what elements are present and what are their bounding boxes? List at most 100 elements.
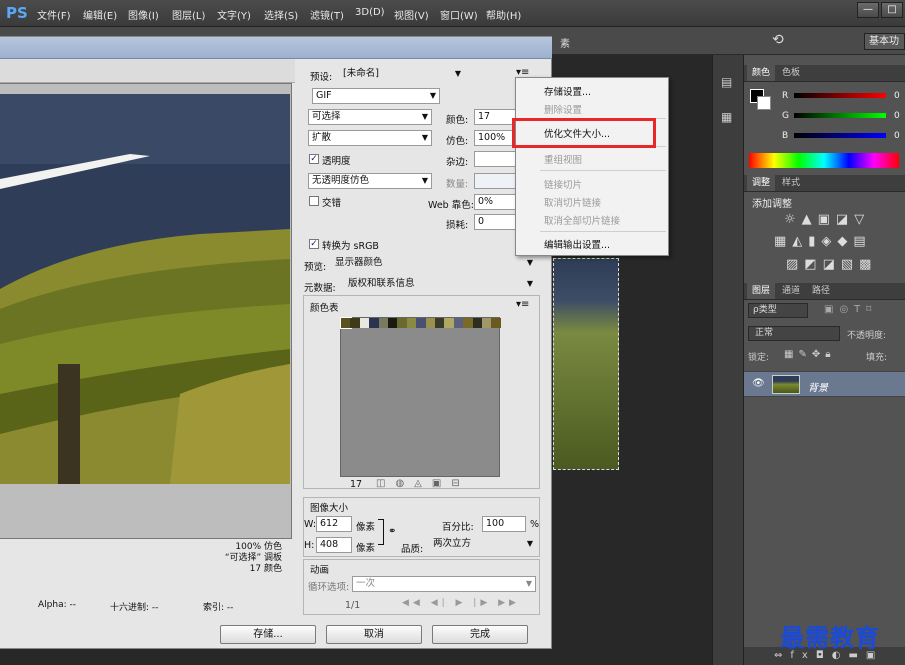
menu-delete-settings[interactable]: 删除设置 — [544, 102, 582, 116]
menu-link-slices[interactable]: 链接切片 — [544, 177, 582, 191]
animation-controls[interactable]: ◀◀ ◀| ▶ |▶ ▶▶ — [402, 598, 520, 608]
preset-select[interactable]: [未命名] ▼ — [340, 67, 464, 83]
options-text: 素 — [560, 39, 570, 50]
menu-window[interactable]: 窗口(W) — [440, 7, 478, 22]
tab-adjustments[interactable]: 调整 — [747, 175, 776, 191]
dither-algo-select[interactable]: 扩散 ▼ — [308, 130, 432, 146]
channel-b-value[interactable]: 0 — [894, 131, 900, 141]
tab-styles[interactable]: 样式 — [777, 175, 805, 191]
preview-tabs — [0, 59, 295, 83]
dialog-titlebar[interactable] — [0, 37, 552, 59]
refresh-icon[interactable]: ⟲ — [772, 32, 784, 48]
quality-label: 品质: — [401, 544, 424, 555]
menu-type[interactable]: 文字(Y) — [217, 7, 251, 22]
maximize-button[interactable]: □ — [881, 2, 903, 18]
menu-repopulate-views[interactable]: 重组视图 — [544, 152, 582, 166]
percent-input[interactable]: 100 — [482, 516, 526, 532]
tab-swatches[interactable]: 色板 — [777, 65, 805, 81]
menu-filter[interactable]: 滤镜(T) — [310, 7, 344, 22]
websnap-input[interactable]: 0% — [474, 194, 518, 210]
adjustment-icons-row-1[interactable]: ☼▲▣◪▽ — [784, 212, 870, 227]
width-input[interactable]: 612 — [316, 516, 352, 532]
animation-title: 动画 — [310, 565, 330, 576]
adjust-panel-tabs: 调整 样式 — [744, 175, 905, 192]
background-color[interactable] — [757, 96, 771, 110]
format-select[interactable]: GIF ▼ — [312, 88, 440, 104]
fill-label: 填充: — [866, 353, 888, 363]
lossy-input[interactable]: 0 — [474, 214, 518, 230]
history-icon[interactable]: ▤ — [721, 75, 732, 89]
color-spectrum[interactable] — [749, 153, 899, 168]
menu-image[interactable]: 图像(I) — [128, 7, 159, 22]
preview-select[interactable]: 显示器颜色 ▼ — [332, 256, 536, 272]
height-unit: 像素 — [356, 543, 376, 554]
quality-select[interactable]: 两次立方 ▼ — [430, 537, 536, 553]
height-input[interactable]: 408 — [316, 537, 352, 553]
trans-dither-select[interactable]: 无透明度仿色 ▼ — [308, 173, 432, 189]
lock-icons[interactable]: ▦✎✥🔒︎ — [784, 349, 836, 360]
opacity-label: 不透明度: — [847, 331, 887, 341]
interlaced-checkbox[interactable] — [309, 196, 319, 206]
amount-input[interactable] — [474, 173, 518, 189]
ps-logo: PS — [6, 4, 28, 22]
height-label: H: — [304, 540, 315, 551]
layer-row-background[interactable]: 👁︎ 背景 — [744, 371, 905, 397]
menu-edit-output-settings[interactable]: 编辑输出设置... — [544, 237, 610, 251]
menu-file[interactable]: 文件(F) — [37, 7, 71, 22]
minimize-button[interactable]: — — [857, 2, 879, 18]
tab-channels[interactable]: 通道 — [777, 283, 805, 299]
layer-filter-select[interactable]: ρ类型 — [748, 303, 808, 318]
color-count: 17 — [350, 479, 363, 490]
menu-layer[interactable]: 图层(L) — [172, 7, 205, 22]
settings-flyout-menu: 存储设置... 删除设置 优化文件大小... 重组视图 链接切片 取消切片链接 … — [515, 77, 669, 256]
status-alpha: Alpha: -- — [38, 600, 76, 610]
menu-3d[interactable]: 3D(D) — [355, 7, 385, 18]
menu-select[interactable]: 选择(S) — [264, 7, 298, 22]
convert-srgb-checkbox[interactable]: ✓ — [309, 239, 319, 249]
save-button[interactable]: 存储... — [220, 625, 316, 644]
channel-g-value[interactable]: 0 — [894, 111, 900, 121]
color-table-tool-icons[interactable]: ◫◍◬▣⊟ — [376, 478, 470, 489]
reduction-select[interactable]: 可选择 ▼ — [308, 109, 432, 125]
adjustment-icons-row-3[interactable]: ▨◩◪▧▩ — [786, 257, 877, 272]
done-button[interactable]: 完成 — [432, 625, 528, 644]
chain-link-icon[interactable]: ⚭ — [388, 526, 396, 537]
menu-help[interactable]: 帮助(H) — [486, 7, 521, 22]
color-swatch[interactable] — [491, 318, 502, 328]
transparency-checkbox[interactable]: ✓ — [309, 154, 319, 164]
matte-input[interactable] — [474, 151, 518, 167]
tab-paths[interactable]: 路径 — [807, 283, 835, 299]
width-label: W: — [304, 519, 317, 530]
channel-b-slider[interactable] — [794, 133, 886, 138]
menu-view[interactable]: 视图(V) — [394, 7, 429, 22]
color-table-menu-icon[interactable]: ▾≡ — [516, 299, 529, 310]
frame-counter: 1/1 — [345, 600, 361, 611]
adjustment-icons-row-2[interactable]: ▦◭▮◈◆▤ — [774, 234, 872, 249]
color-panel-tabs: 颜色 色板 — [744, 65, 905, 82]
metadata-select[interactable]: 版权和联系信息 ▼ — [345, 277, 536, 293]
loop-select[interactable]: 一次 ▼ — [352, 576, 536, 592]
cancel-button[interactable]: 取消 — [326, 625, 422, 644]
channel-g-slider[interactable] — [794, 113, 886, 118]
properties-icon[interactable]: ▦ — [721, 110, 732, 124]
menu-unlink-all-slices[interactable]: 取消全部切片链接 — [544, 213, 620, 227]
tab-color[interactable]: 颜色 — [747, 65, 776, 81]
menu-save-settings[interactable]: 存储设置... — [544, 84, 591, 98]
channel-r-value[interactable]: 0 — [894, 91, 900, 101]
dither-label: 仿色: — [446, 136, 469, 147]
interlaced-label: 交错 — [322, 198, 342, 209]
workspace-switcher[interactable]: 基本功 — [864, 33, 905, 50]
blend-mode-select[interactable]: 正常 — [748, 326, 840, 341]
preview-image[interactable] — [0, 94, 290, 484]
document-canvas[interactable] — [553, 258, 619, 470]
tab-layers[interactable]: 图层 — [747, 283, 776, 299]
matte-label: 杂边: — [446, 157, 469, 168]
menu-edit[interactable]: 编辑(E) — [83, 7, 117, 22]
channel-r-slider[interactable] — [794, 93, 886, 98]
status-index: 索引: -- — [203, 603, 234, 613]
menu-unlink-slice[interactable]: 取消切片链接 — [544, 195, 601, 209]
color-table[interactable] — [340, 317, 502, 477]
layer-name[interactable]: 背景 — [808, 379, 828, 394]
visibility-eye-icon[interactable]: 👁︎ — [752, 378, 765, 389]
layer-filter-icons[interactable]: ▣◎T⌑ — [824, 304, 877, 315]
